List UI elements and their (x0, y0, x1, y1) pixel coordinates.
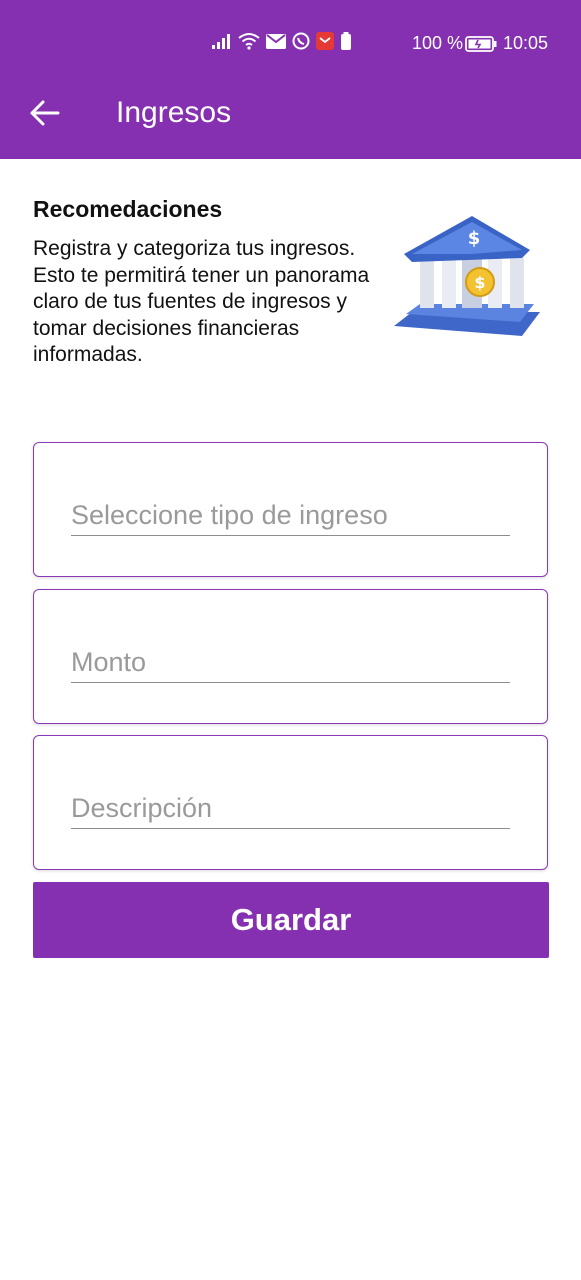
amount-field[interactable] (33, 589, 548, 724)
recommendation-text: Registra y categoriza tus ingresos. Esto… (33, 237, 370, 366)
description-field[interactable] (33, 735, 548, 870)
mail-icon (266, 33, 286, 54)
bank-icon: $ $ (392, 214, 542, 344)
svg-text:$: $ (468, 228, 481, 249)
recommendation-title: Recomedaciones (33, 196, 223, 222)
status-bar: 100 % 10:05 (0, 28, 581, 60)
battery-icon (465, 36, 497, 57)
page-title: Ingresos (116, 96, 232, 129)
back-button[interactable] (28, 96, 62, 130)
battery-percent: 100 % (412, 33, 464, 53)
income-type-field[interactable] (33, 442, 548, 577)
amount-input[interactable] (71, 642, 510, 683)
battery-saver-icon (340, 32, 352, 55)
status-icons (212, 32, 352, 55)
clock: 10:05 (503, 33, 549, 53)
signal-icon (212, 33, 232, 54)
arrow-left-icon (30, 100, 60, 126)
wifi-icon (238, 32, 260, 55)
header: 100 % 10:05 Ingresos (0, 0, 581, 159)
save-button[interactable]: Guardar (33, 882, 549, 958)
income-type-select[interactable] (71, 495, 510, 536)
description-input[interactable] (71, 788, 510, 829)
svg-text:$: $ (474, 273, 485, 292)
whatsapp-icon (292, 32, 310, 55)
notification-icon (316, 32, 334, 55)
